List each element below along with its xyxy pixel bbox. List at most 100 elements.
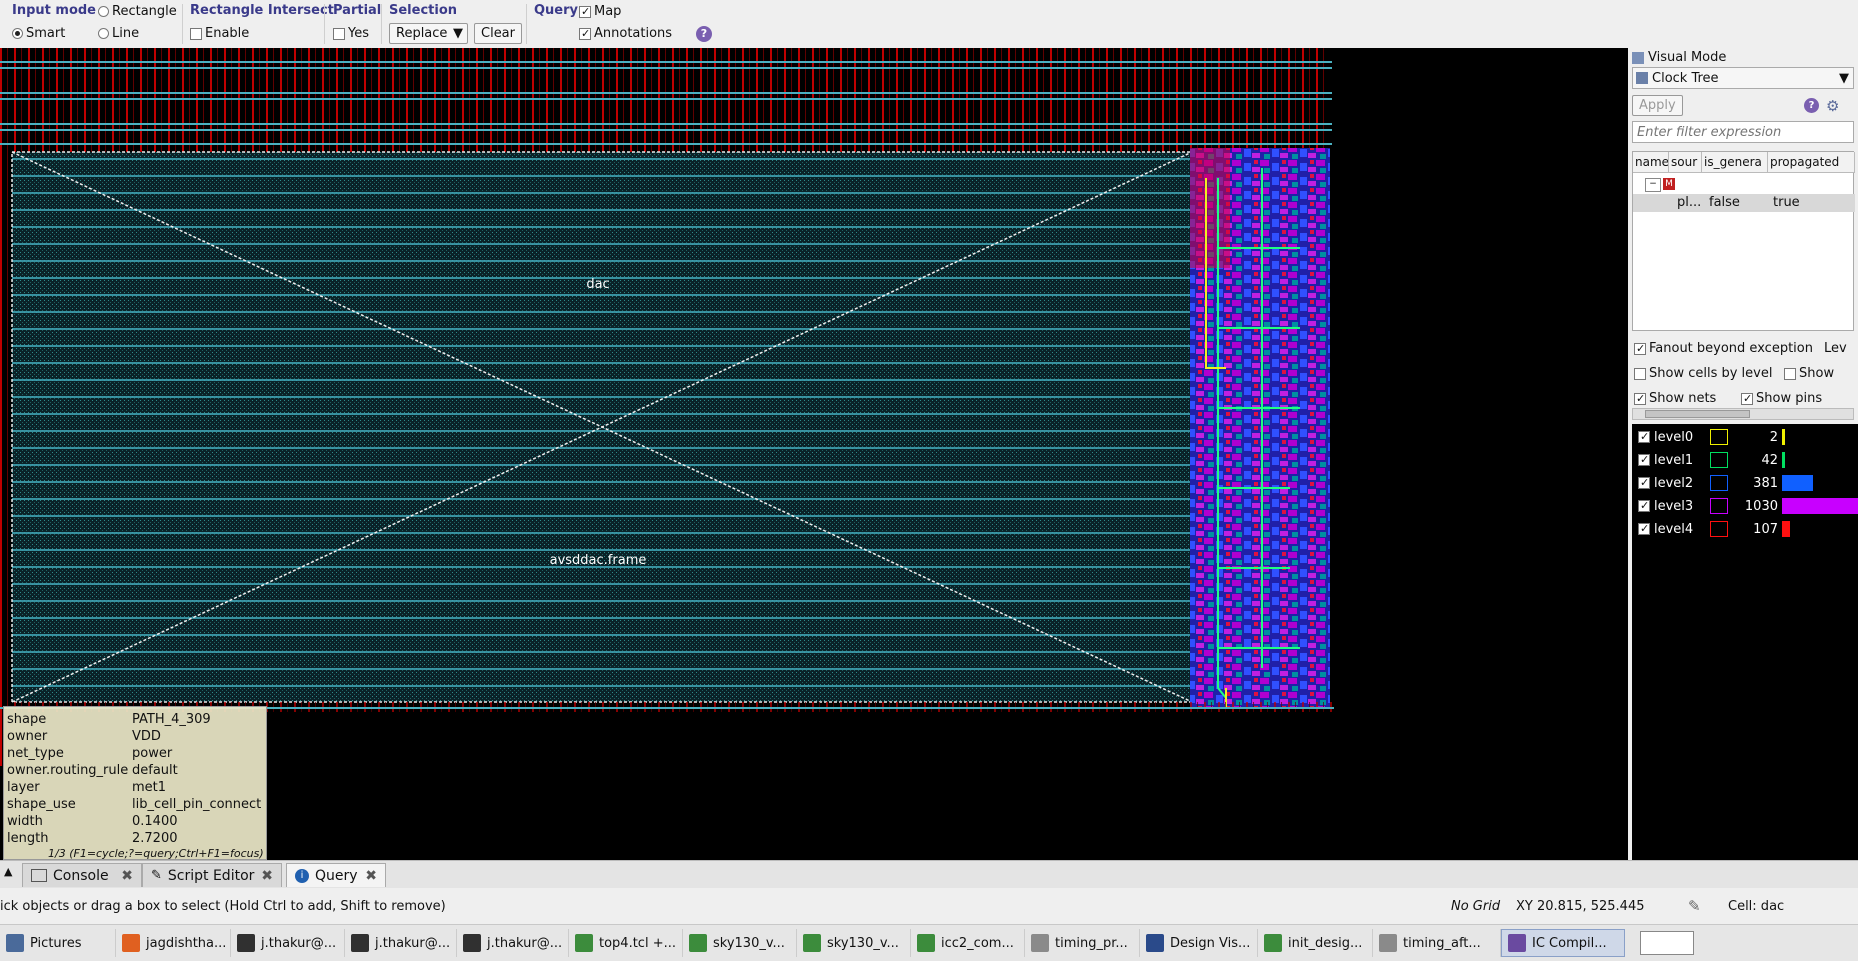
tooltip-value: default: [132, 763, 178, 778]
apply-button[interactable]: Apply: [1632, 95, 1683, 116]
tooltip-value: lib_cell_pin_connect: [132, 797, 262, 812]
mode-dropdown[interactable]: Clock Tree ▼: [1632, 67, 1854, 89]
filter-input[interactable]: [1632, 121, 1854, 143]
show-cells-checkbox[interactable]: [1634, 367, 1646, 380]
partial-yes[interactable]: Yes: [333, 26, 369, 41]
taskbar-item-label: jagdishtha...: [146, 935, 227, 951]
edit-mode-icon[interactable]: ✎: [1688, 897, 1701, 915]
tab-query[interactable]: i Query ✖: [286, 863, 386, 887]
level-color-swatch[interactable]: [1710, 429, 1728, 445]
level-row[interactable]: level3 1030: [1638, 495, 1858, 517]
taskbar-item[interactable]: sky130_v...: [797, 929, 911, 957]
query-map[interactable]: Map: [579, 4, 621, 19]
tab-script-editor[interactable]: ✎ Script Editor ✖: [142, 863, 282, 887]
taskbar-item[interactable]: j.thakur@...: [457, 929, 569, 957]
level-checkbox[interactable]: [1638, 477, 1650, 489]
column-header[interactable]: sour: [1669, 152, 1702, 172]
show-nets-option[interactable]: Show nets: [1634, 391, 1716, 406]
selection-mode-dropdown[interactable]: Replace ▼: [389, 23, 468, 44]
level-row[interactable]: level1 42: [1638, 449, 1785, 471]
show-pins-option[interactable]: Show pins: [1741, 391, 1822, 406]
column-header[interactable]: is_genera: [1702, 152, 1768, 172]
console-icon: [31, 869, 47, 882]
show-extra-checkbox[interactable]: [1784, 367, 1796, 380]
tooltip-key: layer: [7, 780, 40, 795]
close-icon[interactable]: ✖: [121, 868, 133, 884]
taskbar-item[interactable]: Design Vis...: [1140, 929, 1258, 957]
table-row[interactable]: pl... false true: [1633, 194, 1855, 212]
yes-checkbox[interactable]: [333, 27, 345, 40]
rectangle-radio[interactable]: [98, 6, 109, 17]
help-icon[interactable]: ?: [1804, 98, 1819, 113]
app-icon: [6, 934, 24, 952]
taskbar-item[interactable]: top4.tcl +...: [569, 929, 683, 957]
annotations-label: Annotations: [594, 26, 673, 41]
scrollbar-thumb[interactable]: [1645, 410, 1750, 418]
show-cells-option[interactable]: Show cells by level: [1634, 366, 1772, 381]
taskbar-item-label: icc2_com...: [941, 935, 1014, 951]
enable-checkbox[interactable]: [190, 27, 202, 40]
close-icon[interactable]: ✖: [365, 868, 377, 884]
fanout-option[interactable]: Fanout beyond exception Lev: [1634, 341, 1847, 356]
level-row[interactable]: level0 2: [1638, 426, 1785, 448]
level-row[interactable]: level4 107: [1638, 518, 1790, 540]
level-color-swatch[interactable]: [1710, 452, 1728, 468]
collapse-icon[interactable]: −: [1645, 178, 1661, 192]
map-label: Map: [594, 4, 622, 19]
level-color-swatch[interactable]: [1710, 521, 1728, 537]
input-mode-smart[interactable]: Smart: [12, 26, 65, 41]
taskbar-item[interactable]: jagdishtha...: [116, 929, 231, 957]
input-mode-line[interactable]: Line: [98, 26, 139, 41]
taskbar-item[interactable]: init_desig...: [1258, 929, 1373, 957]
power-stripes-left: [0, 156, 10, 766]
tooltip-value: met1: [132, 780, 167, 795]
line-radio[interactable]: [98, 28, 109, 39]
fanout-checkbox[interactable]: [1634, 342, 1646, 355]
taskbar-item[interactable]: IC Compil...: [1501, 929, 1625, 957]
clear-button[interactable]: Clear: [474, 23, 522, 44]
map-checkbox[interactable]: [579, 5, 591, 18]
column-header[interactable]: name: [1633, 152, 1669, 172]
scroll-up-arrow-icon[interactable]: ▲: [4, 865, 12, 878]
show-extra-option[interactable]: Show: [1784, 366, 1834, 381]
taskbar-item-label: init_desig...: [1288, 935, 1363, 951]
level-bar: [1782, 429, 1785, 445]
taskbar-item[interactable]: Pictures: [0, 929, 116, 957]
help-icon[interactable]: ?: [696, 26, 712, 42]
smart-radio[interactable]: [12, 28, 23, 39]
app-icon: [237, 934, 255, 952]
settings-gear-icon[interactable]: ⚙: [1826, 97, 1839, 115]
show-nets-label: Show nets: [1649, 391, 1717, 406]
taskbar-item[interactable]: j.thakur@...: [231, 929, 345, 957]
taskbar-item[interactable]: timing_aft...: [1373, 929, 1501, 957]
taskbar-item[interactable]: sky130_v...: [683, 929, 797, 957]
level-row[interactable]: level2 381: [1638, 472, 1813, 494]
annotations-checkbox[interactable]: [579, 27, 591, 40]
tab-console[interactable]: Console ✖: [22, 863, 142, 887]
partial-title: Partial: [333, 3, 382, 18]
level-checkbox[interactable]: [1638, 523, 1650, 535]
query-annotations[interactable]: Annotations: [579, 26, 672, 41]
level-checkbox[interactable]: [1638, 431, 1650, 443]
tooltip-key: width: [7, 814, 43, 829]
level-color-swatch[interactable]: [1710, 475, 1728, 491]
show-pins-checkbox[interactable]: [1741, 392, 1753, 405]
fanout-label: Fanout beyond exception: [1649, 341, 1813, 356]
workspace-switcher[interactable]: [1640, 931, 1694, 955]
horizontal-scrollbar[interactable]: [1632, 408, 1854, 420]
taskbar-item[interactable]: j.thakur@...: [345, 929, 457, 957]
show-extra-label: Show: [1799, 366, 1835, 381]
app-icon: [1031, 934, 1049, 952]
level-color-swatch[interactable]: [1710, 498, 1728, 514]
taskbar-item[interactable]: icc2_com...: [911, 929, 1025, 957]
close-icon[interactable]: ✖: [261, 868, 273, 884]
dropdown-arrow-icon: ▼: [453, 26, 463, 41]
rect-intersect-enable[interactable]: Enable: [190, 26, 249, 41]
level-checkbox[interactable]: [1638, 454, 1650, 466]
show-nets-checkbox[interactable]: [1634, 392, 1646, 405]
rect-intersect-title: Rectangle Intersect: [190, 3, 334, 18]
taskbar-item[interactable]: timing_pr...: [1025, 929, 1140, 957]
column-header[interactable]: propagated: [1768, 152, 1855, 172]
input-mode-rectangle[interactable]: Rectangle: [98, 4, 177, 19]
level-checkbox[interactable]: [1638, 500, 1650, 512]
